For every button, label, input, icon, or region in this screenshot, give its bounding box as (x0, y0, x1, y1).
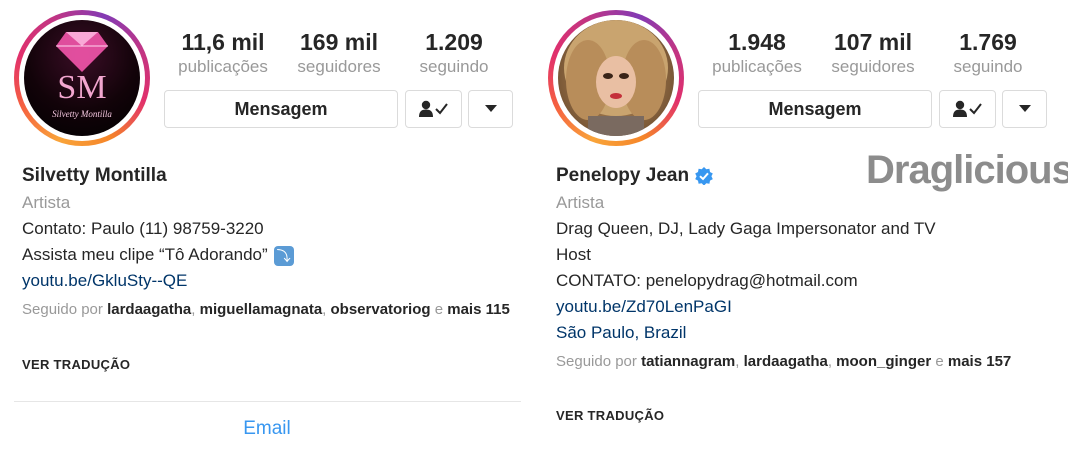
translate-link[interactable]: VER TRADUÇÃO (22, 357, 130, 372)
silvetty-logo: SM Silvetty Montilla (52, 32, 112, 119)
translate-link[interactable]: VER TRADUÇÃO (556, 408, 664, 423)
message-button[interactable]: Mensagem (164, 90, 398, 128)
bio-line-text: Assista meu clipe “Tô Adorando” (22, 245, 268, 264)
stat-followers-count: 169 mil (300, 29, 378, 55)
profile-stats: 1.948 publicações 107 mil seguidores 1.7… (698, 28, 1048, 80)
person-check-icon (418, 100, 448, 117)
stat-following-label: seguindo (953, 57, 1023, 76)
person-check-icon (952, 100, 982, 117)
follower-user[interactable]: tatiannagram (641, 353, 735, 370)
chevron-down-icon (1018, 105, 1031, 112)
draglicious-watermark: Draglicious (866, 148, 1068, 192)
profile-stats: 11,6 mil publicações 169 mil seguidores … (164, 28, 514, 80)
profile-name: Silvetty Montilla (22, 165, 167, 186)
profile-avatar[interactable] (548, 10, 684, 146)
follower-user[interactable]: lardaagatha (744, 353, 828, 370)
stat-posts-label: publicações (712, 57, 802, 76)
stat-followers-label: seguidores (831, 57, 915, 76)
profile-silvetty: SM Silvetty Montilla 11,6 mil publicaçõe… (0, 0, 534, 449)
stat-posts-count: 1.948 (728, 29, 786, 55)
stat-followers-count: 107 mil (834, 29, 912, 55)
svg-text:SM: SM (57, 69, 106, 106)
stat-followers-label: seguidores (297, 57, 381, 76)
profile-link[interactable]: youtu.be/Zd70LenPaGI (556, 297, 732, 317)
profile-category: Artista (22, 193, 71, 212)
profile-category: Artista (556, 193, 605, 212)
stat-following-count: 1.209 (425, 29, 483, 55)
profile-link[interactable]: youtu.be/GkluSty--QE (22, 271, 187, 291)
stat-following-count: 1.769 (959, 29, 1017, 55)
follower-user[interactable]: lardaagatha (107, 301, 191, 318)
suggestions-dropdown-button[interactable] (468, 90, 513, 128)
stat-followers[interactable]: 169 mil seguidores (280, 28, 398, 78)
bio-line: Contato: Paulo (11) 98759-3220 (22, 219, 264, 238)
follower-user[interactable]: moon_ginger (836, 353, 931, 370)
stat-followers[interactable]: 107 mil seguidores (814, 28, 932, 78)
bio-line: CONTATO: penelopydrag@hotmail.com (556, 271, 858, 290)
profile-penelopy: 1.948 publicações 107 mil seguidores 1.7… (534, 0, 1068, 449)
followed-by[interactable]: Seguido por lardaagatha, miguellamagnata… (22, 299, 522, 321)
stat-following[interactable]: 1.209 seguindo (395, 28, 513, 78)
svg-text:Silvetty Montilla: Silvetty Montilla (52, 109, 112, 119)
bio-line: Assista meu clipe “Tô Adorando” ⤵ (22, 245, 294, 266)
arrow-emoji-icon: ⤵ (273, 245, 294, 266)
stat-posts[interactable]: 1.948 publicações (698, 28, 816, 78)
profile-location[interactable]: São Paulo, Brazil (556, 323, 686, 343)
followed-by-more[interactable]: mais 157 (948, 353, 1011, 370)
verified-badge-icon (695, 166, 713, 185)
followed-by-more[interactable]: mais 115 (447, 301, 510, 318)
profile-photo (558, 20, 674, 136)
stat-following-label: seguindo (419, 57, 489, 76)
message-button[interactable]: Mensagem (698, 90, 932, 128)
follower-user[interactable]: miguellamagnata (200, 301, 323, 318)
following-button[interactable] (405, 90, 462, 128)
suggestions-dropdown-button[interactable] (1002, 90, 1047, 128)
following-button[interactable] (939, 90, 996, 128)
stat-posts[interactable]: 11,6 mil publicações (164, 28, 282, 78)
chevron-down-icon (484, 105, 497, 112)
email-button[interactable]: Email (0, 418, 534, 440)
stat-posts-count: 11,6 mil (181, 29, 265, 55)
bio-line: Drag Queen, DJ, Lady Gaga Impersonator a… (556, 219, 936, 238)
followed-by[interactable]: Seguido por tatiannagram, lardaagatha, m… (556, 351, 1056, 373)
stat-following[interactable]: 1.769 seguindo (929, 28, 1047, 78)
bio-line: Host (556, 245, 591, 264)
stat-posts-label: publicações (178, 57, 268, 76)
profile-avatar[interactable]: SM Silvetty Montilla (14, 10, 150, 146)
profile-name: Penelopy Jean (556, 165, 713, 187)
divider (14, 401, 521, 402)
follower-user[interactable]: observatoriog (331, 301, 431, 318)
